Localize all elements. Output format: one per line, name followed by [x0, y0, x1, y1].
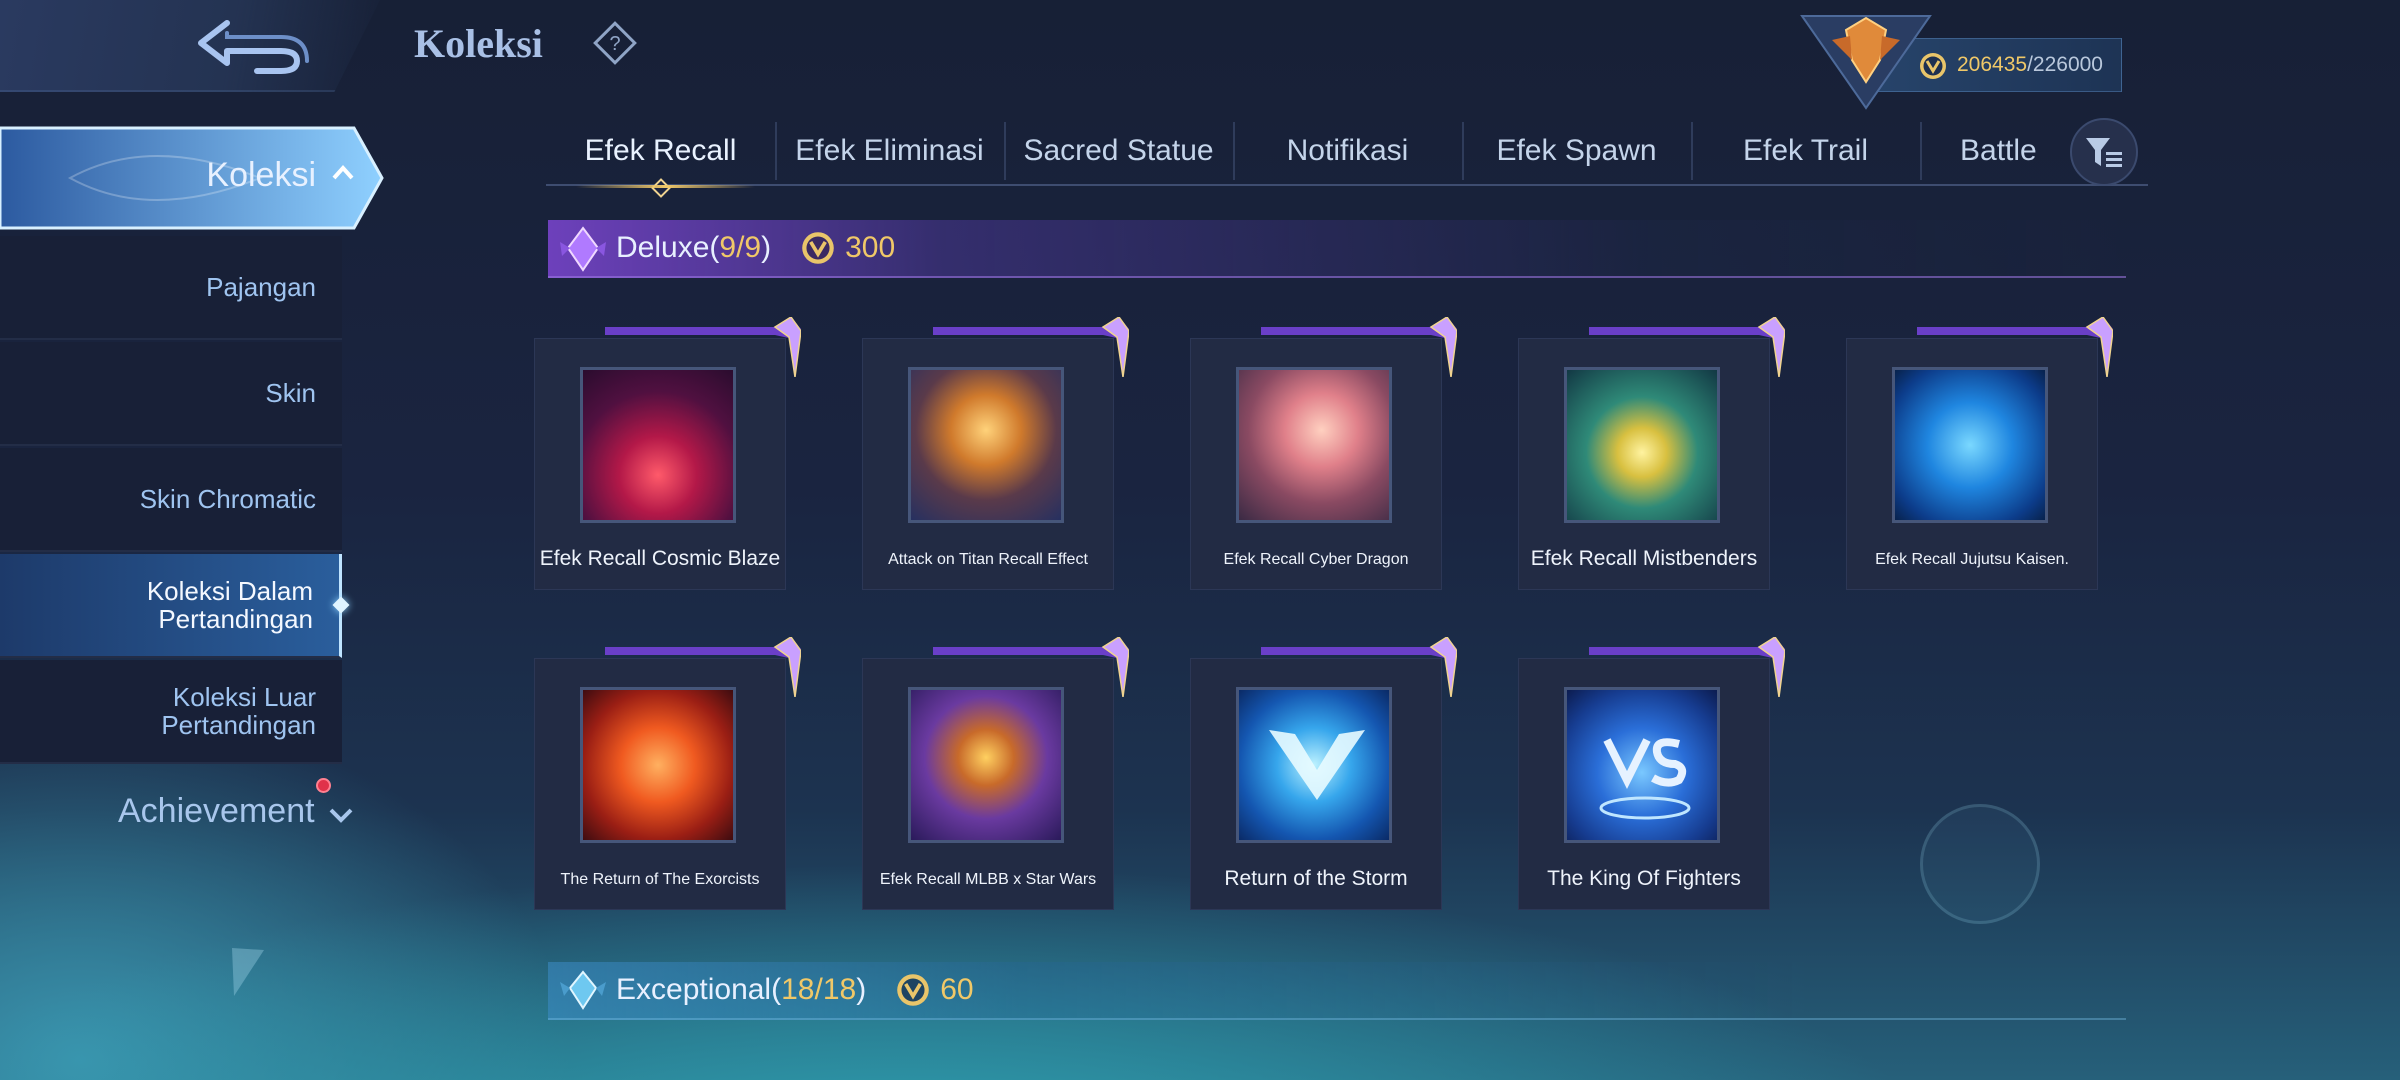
storm-chevron-art: [1269, 730, 1365, 800]
tab-efek-eliminasi[interactable]: Efek Eliminasi: [775, 116, 1004, 186]
item-thumbnail: [1564, 367, 1720, 523]
item-card[interactable]: Efek Recall Jujutsu Kaisen.: [1846, 317, 2113, 590]
item-thumbnail: [1564, 687, 1720, 843]
item-name: Return of the Storm: [1224, 867, 1408, 890]
exceptional-gem-icon: [560, 970, 606, 1010]
item-name: Efek Recall Mistbenders: [1530, 547, 1758, 570]
floating-joystick[interactable]: [1920, 804, 2040, 924]
back-arrow-icon: [198, 20, 309, 74]
sidebar-item-koleksi-luar-pertandingan[interactable]: Koleksi Luar Pertandingan: [0, 660, 342, 764]
tab-efek-trail[interactable]: Efek Trail: [1691, 116, 1920, 186]
tab-label: Efek Trail: [1742, 134, 1869, 167]
item-thumbnail: [1236, 687, 1392, 843]
tab-label: Battle: [1960, 134, 2037, 167]
sidebar-item-skin[interactable]: Skin: [0, 342, 342, 446]
item-thumbnail: [908, 687, 1064, 843]
tab-label: Notifikasi: [1286, 134, 1409, 167]
item-card[interactable]: Efek Recall MLBB x Star Wars: [862, 637, 1129, 910]
item-thumbnail: [1892, 367, 2048, 523]
rank-emblem-icon: [1800, 15, 1932, 110]
points-max: /226000: [2027, 53, 2103, 76]
coin-icon: [802, 232, 834, 264]
sidebar-koleksi-label: Koleksi: [206, 156, 316, 194]
item-card[interactable]: Attack on Titan Recall Effect: [862, 317, 1129, 590]
item-name: Efek Recall Cyber Dragon: [1223, 551, 1409, 568]
back-button[interactable]: [190, 12, 320, 80]
coin-icon: [897, 974, 929, 1006]
section-count-close: ): [761, 231, 772, 264]
sidebar-item-pajangan[interactable]: Pajangan: [0, 236, 342, 340]
tab-notifikasi[interactable]: Notifikasi: [1233, 116, 1462, 186]
item-thumbnail: [580, 687, 736, 843]
deluxe-gem-icon: [560, 226, 606, 272]
section-count-open: (: [771, 973, 782, 1006]
item-card[interactable]: Efek Recall Cyber Dragon: [1190, 317, 1457, 590]
section-count: 9/9: [719, 231, 762, 264]
section-header-deluxe: Deluxe(9/9) 300: [548, 220, 2126, 278]
item-card[interactable]: Efek Recall Mistbenders: [1518, 317, 1785, 590]
sidebar-item-koleksi-dalam-pertandingan[interactable]: Koleksi Dalam Pertandingan: [0, 554, 350, 658]
section-count-close: ): [856, 973, 867, 1006]
filter-icon: [2086, 138, 2122, 167]
tab-active-marker: [650, 178, 671, 198]
section-count-open: (: [709, 231, 720, 264]
item-card[interactable]: The Return of The Exorcists: [534, 637, 801, 910]
item-name: The King Of Fighters: [1547, 867, 1741, 890]
section-name: Deluxe: [616, 231, 710, 264]
section-header-exceptional: Exceptional(18/18) 60: [548, 962, 2126, 1020]
points-value: 206435: [1957, 53, 2028, 76]
item-card[interactable]: The King Of Fighters: [1518, 637, 1785, 910]
sidebar-header-plate: [0, 126, 384, 230]
sidebar-item-label: Skin: [265, 378, 316, 408]
item-name: Efek Recall Jujutsu Kaisen.: [1875, 551, 2069, 568]
sidebar-item-label: Koleksi Dalam Pertandingan: [146, 576, 313, 634]
item-card[interactable]: Return of the Storm: [1190, 637, 1457, 910]
tab-label: Efek Eliminasi: [795, 134, 984, 167]
question-diamond-icon[interactable]: ?: [592, 20, 638, 66]
svg-text:?: ?: [609, 33, 620, 55]
kof-vs-art: [1599, 738, 1691, 820]
tab-sacred-statue[interactable]: Sacred Statue: [1004, 116, 1233, 186]
section-price: 300: [845, 231, 896, 264]
tab-label: Sacred Statue: [1023, 134, 1214, 167]
filter-button[interactable]: [2070, 118, 2138, 186]
chevron-down-icon: [329, 808, 353, 823]
category-tabs: Efek Recall Efek Eliminasi Sacred Statue…: [546, 116, 2148, 198]
section-price: 60: [940, 973, 974, 1006]
sidebar-achievement[interactable]: Achievement: [118, 792, 315, 831]
item-name: Efek Recall Cosmic Blaze: [539, 547, 781, 570]
tab-efek-recall[interactable]: Efek Recall: [546, 116, 775, 198]
tab-label: Efek Spawn: [1496, 134, 1657, 167]
sidebar-item-skin-chromatic[interactable]: Skin Chromatic: [0, 448, 342, 552]
active-indicator: [332, 596, 350, 614]
section-name: Exceptional: [616, 973, 772, 1006]
tab-efek-spawn[interactable]: Efek Spawn: [1462, 116, 1691, 186]
item-name: The Return of The Exorcists: [560, 871, 760, 888]
notification-dot: [316, 778, 331, 793]
page-title: Koleksi: [414, 21, 543, 66]
item-card[interactable]: Efek Recall Cosmic Blaze: [534, 317, 801, 590]
decor-shard-icon: [232, 948, 264, 996]
item-name: Efek Recall MLBB x Star Wars: [879, 871, 1097, 888]
item-thumbnail: [1236, 367, 1392, 523]
section-count: 18/18: [781, 973, 857, 1006]
sidebar-item-label: Pajangan: [206, 272, 316, 302]
sidebar-item-label: Koleksi Luar Pertandingan: [161, 682, 316, 740]
item-thumbnail: [908, 367, 1064, 523]
sidebar-koleksi-header[interactable]: Koleksi: [0, 124, 384, 234]
tab-label: Efek Recall: [584, 134, 737, 167]
item-name: Attack on Titan Recall Effect: [888, 551, 1088, 568]
item-thumbnail: [580, 367, 736, 523]
sidebar-item-label: Skin Chromatic: [139, 484, 316, 514]
chevron-up-icon: [332, 165, 354, 180]
